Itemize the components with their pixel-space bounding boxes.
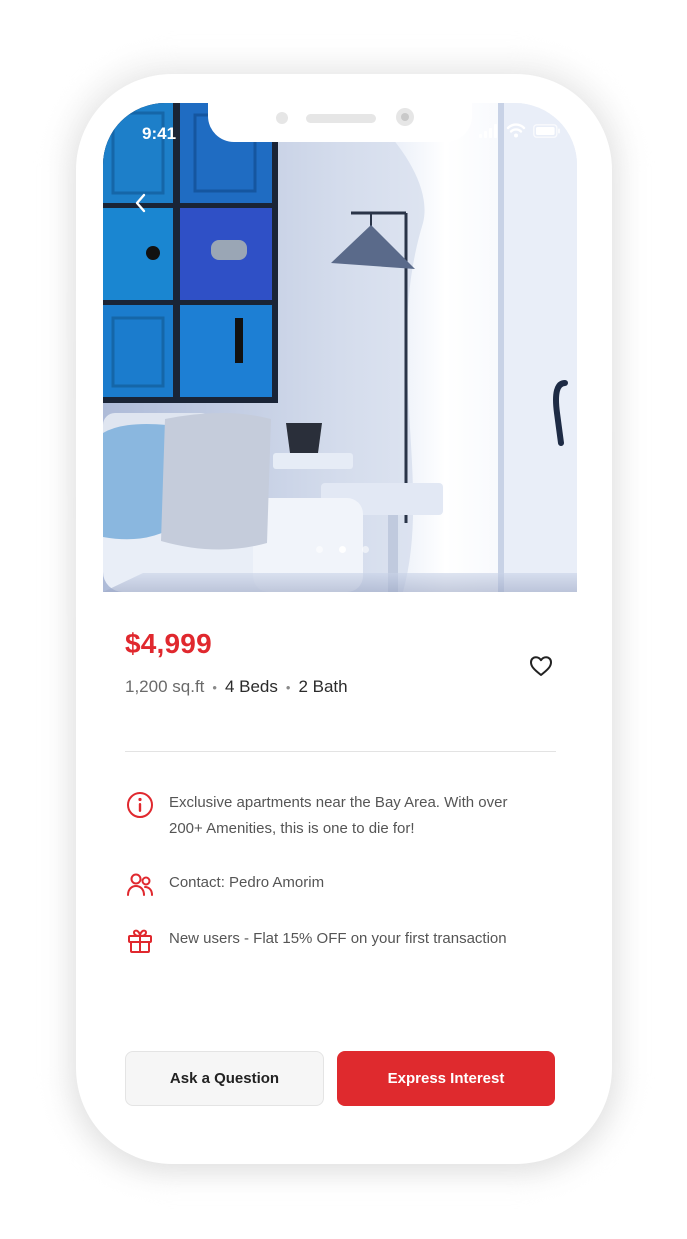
- gift-icon-wrap: [125, 926, 155, 956]
- spec-separator: •: [285, 679, 291, 695]
- device-notch: [208, 103, 472, 142]
- property-photo[interactable]: 9:41: [103, 103, 577, 592]
- listing-beds: 4 Beds: [224, 677, 278, 696]
- listing-price: $4,999: [125, 628, 212, 659]
- users-icon-wrap: [125, 870, 155, 900]
- listing-baths: 2 Bath: [298, 677, 348, 696]
- ask-question-button[interactable]: Ask a Question: [125, 1051, 324, 1106]
- listing-specs: 1,200 sq.ft • 4 Beds • 2 Bath: [125, 677, 348, 697]
- battery-icon: [533, 123, 560, 138]
- carousel-dot[interactable]: [362, 546, 369, 553]
- chevron-left-icon: [135, 193, 146, 213]
- back-button[interactable]: [129, 189, 151, 217]
- carousel-indicator: [316, 546, 369, 553]
- cellular-signal-icon: [479, 123, 497, 138]
- gift-icon: [128, 929, 152, 953]
- sensor-dot: [276, 112, 288, 124]
- contact-text: Contact: Pedro Amorim: [169, 874, 325, 891]
- carousel-dot[interactable]: [316, 546, 323, 553]
- users-icon: [127, 873, 153, 896]
- status-time: 9:41: [142, 124, 177, 143]
- apartment-interior-image: [103, 103, 577, 592]
- status-icons: [479, 123, 561, 138]
- app-screen: 9:41 $4,999 1,200 sq.ft • 4 Beds • 2 Bat…: [103, 103, 577, 1137]
- section-divider: [125, 751, 556, 752]
- favorite-button[interactable]: [529, 655, 553, 677]
- express-interest-button[interactable]: Express Interest: [337, 1051, 555, 1106]
- offer-text: New users - Flat 15% OFF on your first t…: [169, 930, 507, 947]
- info-icon-wrap: [125, 790, 155, 820]
- carousel-dot-active[interactable]: [339, 546, 346, 553]
- front-camera: [396, 108, 414, 126]
- spec-separator: •: [212, 679, 217, 695]
- earpiece-speaker: [306, 114, 376, 123]
- wifi-icon: [506, 123, 526, 138]
- info-item-description: Exclusive apartments near the Bay Area. …: [125, 790, 539, 842]
- info-item-contact: Contact: Pedro Amorim: [125, 870, 539, 900]
- listing-area: 1,200 sq.ft: [125, 677, 205, 696]
- heart-icon: [530, 656, 552, 676]
- info-item-offer: New users - Flat 15% OFF on your first t…: [125, 926, 539, 956]
- info-text: Exclusive apartments near the Bay Area. …: [169, 794, 508, 837]
- info-icon: [127, 792, 153, 818]
